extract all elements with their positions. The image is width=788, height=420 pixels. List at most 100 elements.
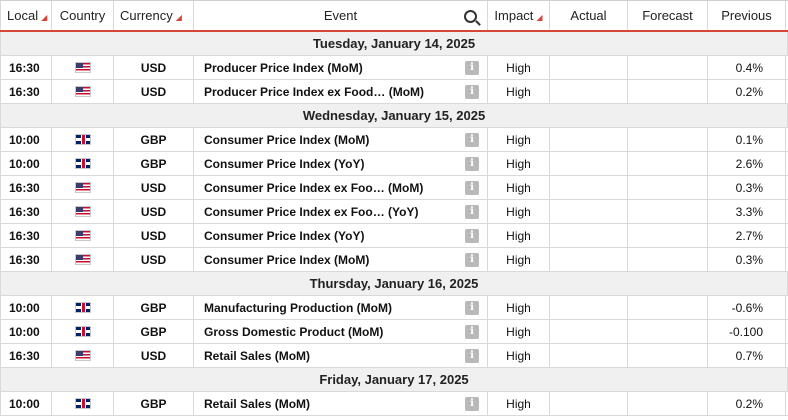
event-actual: [550, 128, 628, 151]
event-impact: High: [488, 296, 550, 319]
country-cell: [52, 248, 114, 271]
event-name: Consumer Price Index ex Foo… (MoM): [204, 180, 424, 195]
event-cell[interactable]: Consumer Price Index (YoY) i: [194, 152, 488, 175]
date-header-row: Thursday, January 16, 2025: [0, 272, 788, 296]
event-impact: High: [488, 152, 550, 175]
search-icon[interactable]: [464, 10, 477, 23]
event-cell[interactable]: Retail Sales (MoM) i: [194, 344, 488, 367]
event-name: Producer Price Index ex Food… (MoM): [204, 84, 425, 99]
event-forecast: [628, 200, 708, 223]
column-currency[interactable]: Currency ◢: [114, 1, 194, 30]
event-row[interactable]: 10:00 GBP Retail Sales (MoM) i High 0.2%: [0, 392, 788, 416]
date-header-row: Friday, January 17, 2025: [0, 368, 788, 392]
event-actual: [550, 320, 628, 343]
country-cell: [52, 56, 114, 79]
event-row[interactable]: 16:30 USD Consumer Price Index (MoM) i H…: [0, 248, 788, 272]
event-forecast: [628, 248, 708, 271]
event-cell[interactable]: Consumer Price Index (MoM) i: [194, 248, 488, 271]
economic-calendar: Local ◢ Country Currency ◢ Event Impact …: [0, 0, 788, 416]
event-time: 10:00: [0, 392, 52, 415]
event-cell[interactable]: Gross Domestic Product (MoM) i: [194, 320, 488, 343]
event-actual: [550, 224, 628, 247]
event-row[interactable]: 10:00 GBP Manufacturing Production (MoM)…: [0, 296, 788, 320]
event-time: 10:00: [0, 128, 52, 151]
info-icon[interactable]: i: [465, 300, 479, 315]
event-forecast: [628, 320, 708, 343]
event-row[interactable]: 16:30 USD Consumer Price Index (YoY) i H…: [0, 224, 788, 248]
info-icon[interactable]: i: [465, 228, 479, 243]
event-row[interactable]: 16:30 USD Consumer Price Index ex Foo… (…: [0, 200, 788, 224]
info-icon[interactable]: i: [465, 60, 479, 75]
info-icon[interactable]: i: [465, 252, 479, 267]
event-cell[interactable]: Consumer Price Index ex Foo… (MoM) i: [194, 176, 488, 199]
country-cell: [52, 200, 114, 223]
us-flag-icon: [74, 350, 91, 361]
info-icon[interactable]: i: [465, 84, 479, 99]
event-time: 16:30: [0, 344, 52, 367]
event-forecast: [628, 392, 708, 415]
country-cell: [52, 80, 114, 103]
column-country-label: Country: [59, 8, 106, 23]
event-currency: USD: [114, 224, 194, 247]
event-cell[interactable]: Producer Price Index (MoM) i: [194, 56, 488, 79]
event-previous: 0.2%: [708, 392, 786, 415]
event-row[interactable]: 10:00 GBP Gross Domestic Product (MoM) i…: [0, 320, 788, 344]
event-time: 10:00: [0, 296, 52, 319]
event-row[interactable]: 16:30 USD Producer Price Index (MoM) i H…: [0, 56, 788, 80]
event-impact: High: [488, 128, 550, 151]
info-icon[interactable]: i: [465, 132, 479, 147]
country-cell: [52, 176, 114, 199]
event-currency: GBP: [114, 392, 194, 415]
event-cell[interactable]: Consumer Price Index ex Foo… (YoY) i: [194, 200, 488, 223]
event-currency: USD: [114, 248, 194, 271]
column-actual: Actual: [550, 1, 628, 30]
us-flag-icon: [74, 230, 91, 241]
column-actual-label: Actual: [570, 8, 607, 23]
column-local-label: Local: [7, 8, 39, 23]
country-cell: [52, 152, 114, 175]
event-name: Consumer Price Index (MoM): [204, 132, 370, 147]
event-impact: High: [488, 344, 550, 367]
event-name: Retail Sales (MoM): [204, 396, 311, 411]
event-actual: [550, 248, 628, 271]
event-previous: 0.2%: [708, 80, 786, 103]
column-event: Event: [194, 1, 488, 30]
event-row[interactable]: 16:30 USD Consumer Price Index ex Foo… (…: [0, 176, 788, 200]
event-actual: [550, 344, 628, 367]
column-currency-label: Currency: [120, 8, 173, 23]
info-icon[interactable]: i: [465, 180, 479, 195]
event-cell[interactable]: Consumer Price Index (MoM) i: [194, 128, 488, 151]
event-row[interactable]: 10:00 GBP Consumer Price Index (MoM) i H…: [0, 128, 788, 152]
event-cell[interactable]: Producer Price Index ex Food… (MoM) i: [194, 80, 488, 103]
event-row[interactable]: 10:00 GBP Consumer Price Index (YoY) i H…: [0, 152, 788, 176]
info-icon[interactable]: i: [465, 396, 479, 411]
us-flag-icon: [74, 62, 91, 73]
event-cell[interactable]: Retail Sales (MoM) i: [194, 392, 488, 415]
column-local[interactable]: Local ◢: [0, 1, 52, 30]
calendar-header: Local ◢ Country Currency ◢ Event Impact …: [0, 0, 788, 32]
uk-flag-icon: [74, 326, 91, 337]
event-impact: High: [488, 56, 550, 79]
event-name: Consumer Price Index (YoY): [204, 228, 365, 243]
info-icon[interactable]: i: [465, 348, 479, 363]
event-row[interactable]: 16:30 USD Retail Sales (MoM) i High 0.7%: [0, 344, 788, 368]
column-previous-label: Previous: [721, 8, 772, 23]
country-cell: [52, 296, 114, 319]
event-actual: [550, 56, 628, 79]
us-flag-icon: [74, 254, 91, 265]
event-currency: GBP: [114, 296, 194, 319]
event-impact: High: [488, 80, 550, 103]
event-previous: -0.6%: [708, 296, 786, 319]
info-icon[interactable]: i: [465, 204, 479, 219]
column-impact[interactable]: Impact ◢: [488, 1, 550, 30]
event-currency: USD: [114, 56, 194, 79]
event-cell[interactable]: Consumer Price Index (YoY) i: [194, 224, 488, 247]
event-cell[interactable]: Manufacturing Production (MoM) i: [194, 296, 488, 319]
info-icon[interactable]: i: [465, 324, 479, 339]
event-row[interactable]: 16:30 USD Producer Price Index ex Food… …: [0, 80, 788, 104]
uk-flag-icon: [74, 134, 91, 145]
info-icon[interactable]: i: [465, 156, 479, 171]
event-currency: USD: [114, 80, 194, 103]
uk-flag-icon: [74, 398, 91, 409]
event-name: Consumer Price Index ex Foo… (YoY): [204, 204, 419, 219]
